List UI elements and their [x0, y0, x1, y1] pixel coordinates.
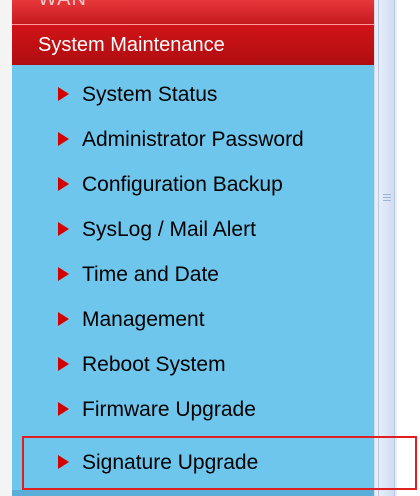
section-title: System Maintenance — [38, 34, 225, 56]
page-left-edge — [0, 0, 12, 496]
menu-item-label: Time and Date — [82, 263, 219, 286]
menu-item-system-status[interactable]: System Status — [12, 72, 374, 118]
screen: WAN System Maintenance System Status Adm… — [0, 0, 420, 496]
menu-item-syslog-mail-alert[interactable]: SysLog / Mail Alert — [12, 207, 374, 253]
triangle-right-icon — [58, 132, 69, 146]
menu-item-label: Firmware Upgrade — [82, 398, 256, 421]
scrollbar-thumb[interactable] — [378, 0, 395, 496]
wan-header-label: WAN — [38, 0, 87, 11]
menu-bottom-border — [12, 490, 374, 496]
menu-item-firmware-upgrade[interactable]: Firmware Upgrade — [12, 387, 374, 433]
menu-item-configuration-backup[interactable]: Configuration Backup — [12, 162, 374, 208]
triangle-right-icon — [58, 87, 69, 101]
menu-item-administrator-password[interactable]: Administrator Password — [12, 117, 374, 163]
section-header-system-maintenance[interactable]: System Maintenance — [12, 24, 374, 65]
menu-item-label: Management — [82, 308, 205, 331]
vertical-scrollbar[interactable] — [374, 0, 397, 496]
menu-item-label: Administrator Password — [82, 128, 304, 151]
grip-icon — [383, 194, 391, 202]
menu-item-label: System Status — [82, 83, 218, 106]
triangle-right-icon — [58, 222, 69, 236]
menu-item-reboot-system[interactable]: Reboot System — [12, 342, 374, 388]
triangle-right-icon — [58, 312, 69, 326]
menu-item-label: SysLog / Mail Alert — [82, 218, 256, 241]
menu-item-time-and-date[interactable]: Time and Date — [12, 252, 374, 298]
triangle-right-icon — [58, 177, 69, 191]
wan-header[interactable]: WAN — [12, 0, 374, 24]
page-right-edge — [397, 0, 420, 496]
triangle-right-icon — [58, 267, 69, 281]
triangle-right-icon — [58, 357, 69, 371]
menu-item-label: Configuration Backup — [82, 173, 283, 196]
highlight-box — [22, 436, 417, 490]
menu-item-label: Reboot System — [82, 353, 226, 376]
sidebar-menu: WAN System Maintenance System Status Adm… — [12, 0, 375, 496]
menu-item-management[interactable]: Management — [12, 297, 374, 343]
triangle-right-icon — [58, 402, 69, 416]
